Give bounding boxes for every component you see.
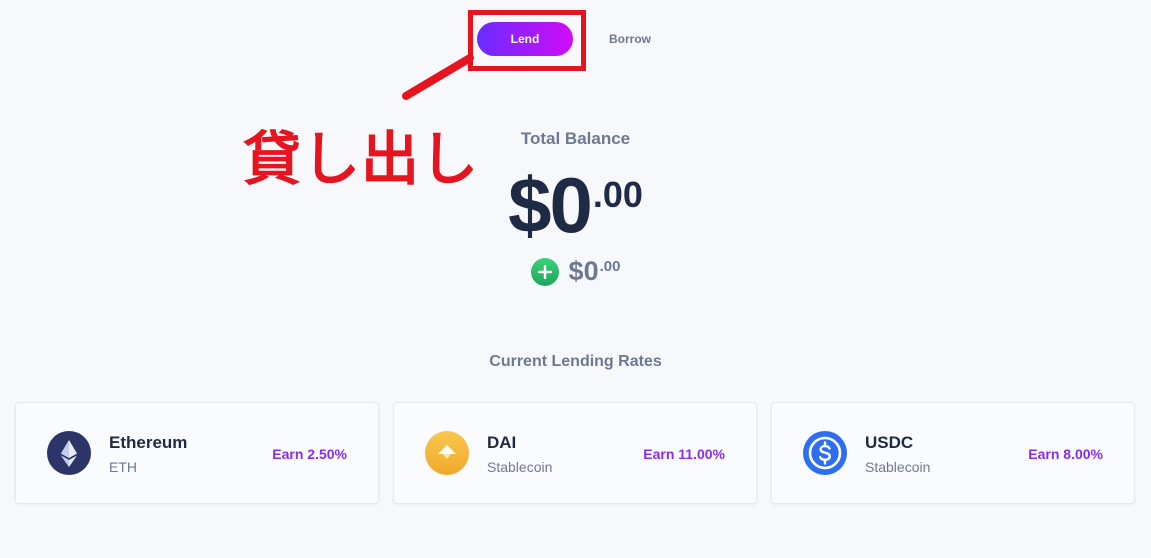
coin-subtitle: Stablecoin <box>865 459 931 475</box>
change-main: $0 <box>568 256 599 286</box>
rate-card-ethereum[interactable]: Ethereum ETH Earn 2.50% <box>15 402 379 504</box>
balance-change-amount: $0.00 <box>569 256 621 287</box>
usdc-icon <box>803 431 847 475</box>
lend-borrow-toggle: Lend Borrow <box>477 21 657 57</box>
total-balance-amount: $0.00 <box>0 160 1151 251</box>
total-balance-label: Total Balance <box>520 129 631 148</box>
balance-cents: .00 <box>592 174 643 215</box>
dai-icon <box>425 431 469 475</box>
change-cents: .00 <box>599 258 621 275</box>
coin-name: USDC <box>865 433 914 452</box>
coin-subtitle: ETH <box>109 459 137 475</box>
lend-tab[interactable]: Lend <box>477 22 573 56</box>
coin-name: DAI <box>487 433 517 452</box>
earn-rate: Earn 2.50% <box>272 446 347 462</box>
coin-subtitle: Stablecoin <box>487 459 553 475</box>
rate-card-dai[interactable]: DAI Stablecoin Earn 11.00% <box>393 402 757 504</box>
earn-rate: Earn 11.00% <box>643 446 725 462</box>
borrow-tab[interactable]: Borrow <box>603 31 657 47</box>
ethereum-icon <box>47 431 91 475</box>
balance-main: $0 <box>508 161 593 249</box>
coin-name: Ethereum <box>109 433 188 452</box>
earn-rate: Earn 8.00% <box>1028 446 1103 462</box>
lending-rates-title: Current Lending Rates <box>489 353 662 370</box>
rate-card-usdc[interactable]: USDC Stablecoin Earn 8.00% <box>771 402 1135 504</box>
plus-circle-icon[interactable] <box>530 257 559 286</box>
balance-change: $0.00 <box>0 256 1151 287</box>
